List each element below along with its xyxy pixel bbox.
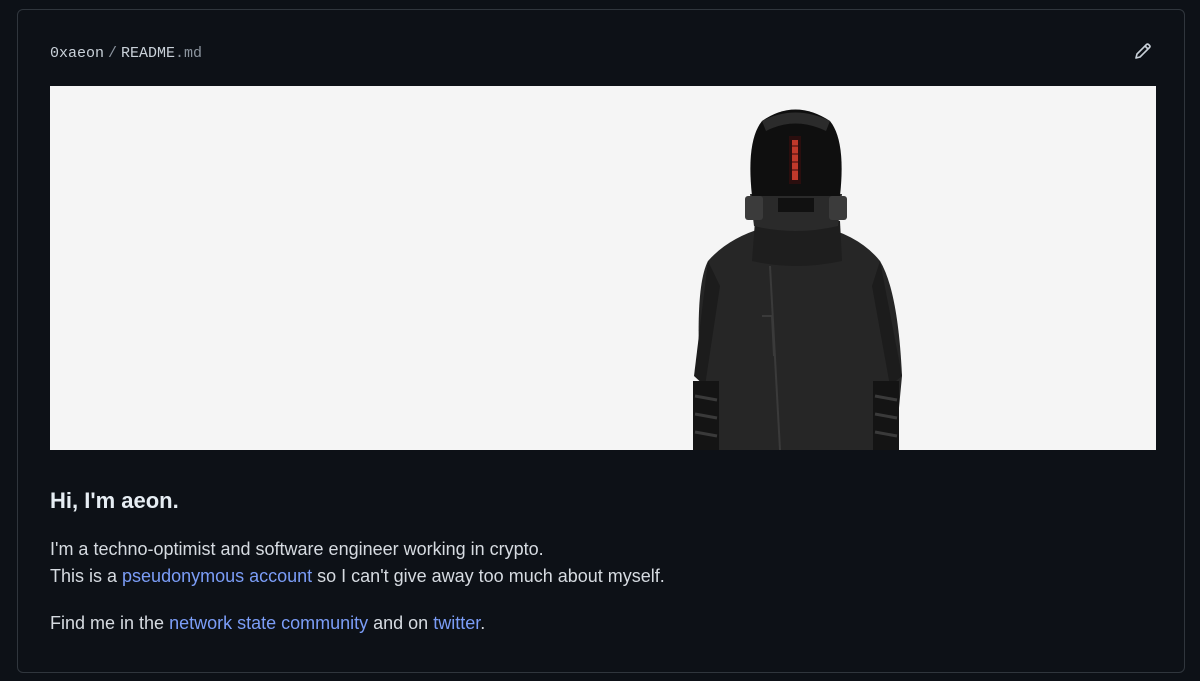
network-state-community-link[interactable]: network state community (169, 613, 368, 633)
readme-heading: Hi, I'm aeon. (50, 488, 179, 513)
breadcrumb-separator: / (108, 44, 118, 62)
readme-card: 0xaeon / README.md Hi, I'm aeon. I'm a t… (17, 9, 1185, 673)
file-extension: .md (175, 44, 203, 62)
masked-figure-illustration (693, 109, 902, 450)
find-me-paragraph: Find me in the network state community a… (50, 610, 1150, 637)
intro-line-2-end: so I can't give away too much about myse… (312, 566, 665, 586)
intro-line-1: I'm a techno-optimist and software engin… (50, 539, 544, 559)
repo-owner[interactable]: 0xaeon (50, 45, 104, 62)
find-me-middle: and on (368, 613, 434, 633)
file-base-name: README (121, 44, 176, 62)
readme-content: Hi, I'm aeon. I'm a techno-optimist and … (50, 486, 1150, 657)
edit-file-button[interactable] (1132, 40, 1154, 62)
file-breadcrumb: 0xaeon / README.md (50, 42, 1152, 64)
find-me-start: Find me in the (50, 613, 170, 633)
file-name: README.md (121, 45, 202, 62)
readme-banner-image (50, 86, 1156, 450)
find-me-end: . (480, 613, 486, 633)
pencil-icon (1135, 43, 1151, 59)
intro-line-2-start: This is a (50, 566, 123, 586)
pseudonymous-account-link[interactable]: pseudonymous account (122, 566, 312, 586)
intro-paragraph: I'm a techno-optimist and software engin… (50, 536, 1150, 590)
twitter-link[interactable]: twitter (433, 613, 480, 633)
